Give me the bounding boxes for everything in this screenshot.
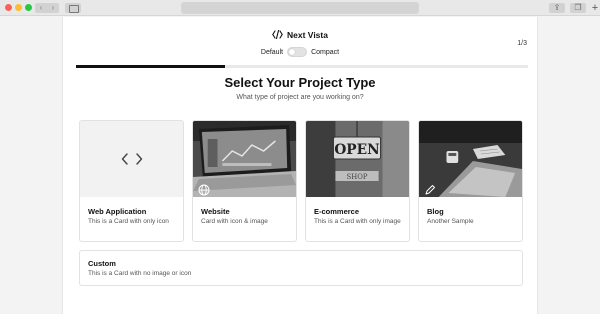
back-button[interactable]: ‹: [35, 3, 47, 13]
card-title: E-commerce: [314, 207, 360, 216]
project-type-card-blog[interactable]: Blog Another Sample: [418, 120, 523, 242]
brand-name: Next Vista: [287, 30, 328, 40]
tabs-overview-icon[interactable]: ❐: [570, 3, 586, 13]
card-title: Website: [201, 207, 230, 216]
shop-sign-text: OPEN: [334, 142, 380, 158]
card-description: Card with icon & image: [201, 218, 268, 225]
code-icon: [121, 153, 142, 165]
card-title: Web Application: [88, 207, 147, 216]
card-description: Another Sample: [427, 218, 474, 225]
card-title: Blog: [427, 207, 444, 216]
toggle-label-compact: Compact: [311, 48, 340, 56]
history-nav: ‹ ›: [35, 3, 59, 13]
minimize-window-button[interactable]: [15, 4, 22, 11]
card-description: This is a Card with only icon: [88, 218, 169, 225]
switch-knob: [289, 49, 296, 55]
card-description: This is a Card with no image or icon: [88, 270, 192, 277]
pencil-icon: [424, 183, 436, 195]
share-icon[interactable]: ⇪: [549, 3, 565, 13]
page-title: Select Your Project Type: [224, 75, 376, 90]
sidebar-toggle-icon[interactable]: [65, 3, 81, 13]
globe-icon: [198, 183, 210, 196]
open-shop-sign-photo: OPEN SHOP: [306, 121, 409, 197]
close-window-button[interactable]: [5, 4, 12, 11]
shop-sign-subtext: SHOP: [347, 173, 368, 181]
maximize-window-button[interactable]: [25, 4, 32, 11]
project-type-card-custom[interactable]: Custom This is a Card with no image or i…: [79, 250, 523, 286]
brand-header: Next Vista: [63, 30, 537, 41]
page-subtitle: What type of project are you working on?: [236, 94, 364, 101]
wizard-panel: Next Vista Default Compact 1/3 Select Yo…: [62, 17, 538, 314]
project-type-card-website[interactable]: Website Card with icon & image: [192, 120, 297, 242]
view-mode-toggle: Default Compact: [63, 47, 537, 57]
view-mode-switch[interactable]: [287, 47, 308, 57]
project-type-card-web-application[interactable]: Web Application This is a Card with only…: [79, 120, 184, 242]
card-icon-area: [80, 121, 183, 197]
new-tab-button[interactable]: +: [590, 3, 600, 14]
card-description: This is a Card with only image: [314, 218, 401, 225]
project-type-card-e-commerce[interactable]: OPEN SHOP E-commerce This is a Card with…: [305, 120, 410, 242]
progress-fill: [76, 65, 226, 68]
toggle-label-default: Default: [260, 48, 284, 56]
card-title: Custom: [88, 259, 116, 268]
progress-bar: [76, 65, 528, 68]
browser-toolbar: ‹ › ⇪ ❐ +: [0, 0, 600, 16]
forward-button[interactable]: ›: [47, 3, 59, 13]
code-icon: [272, 30, 283, 41]
step-counter: 1/3: [517, 40, 527, 47]
address-bar[interactable]: [181, 2, 419, 14]
